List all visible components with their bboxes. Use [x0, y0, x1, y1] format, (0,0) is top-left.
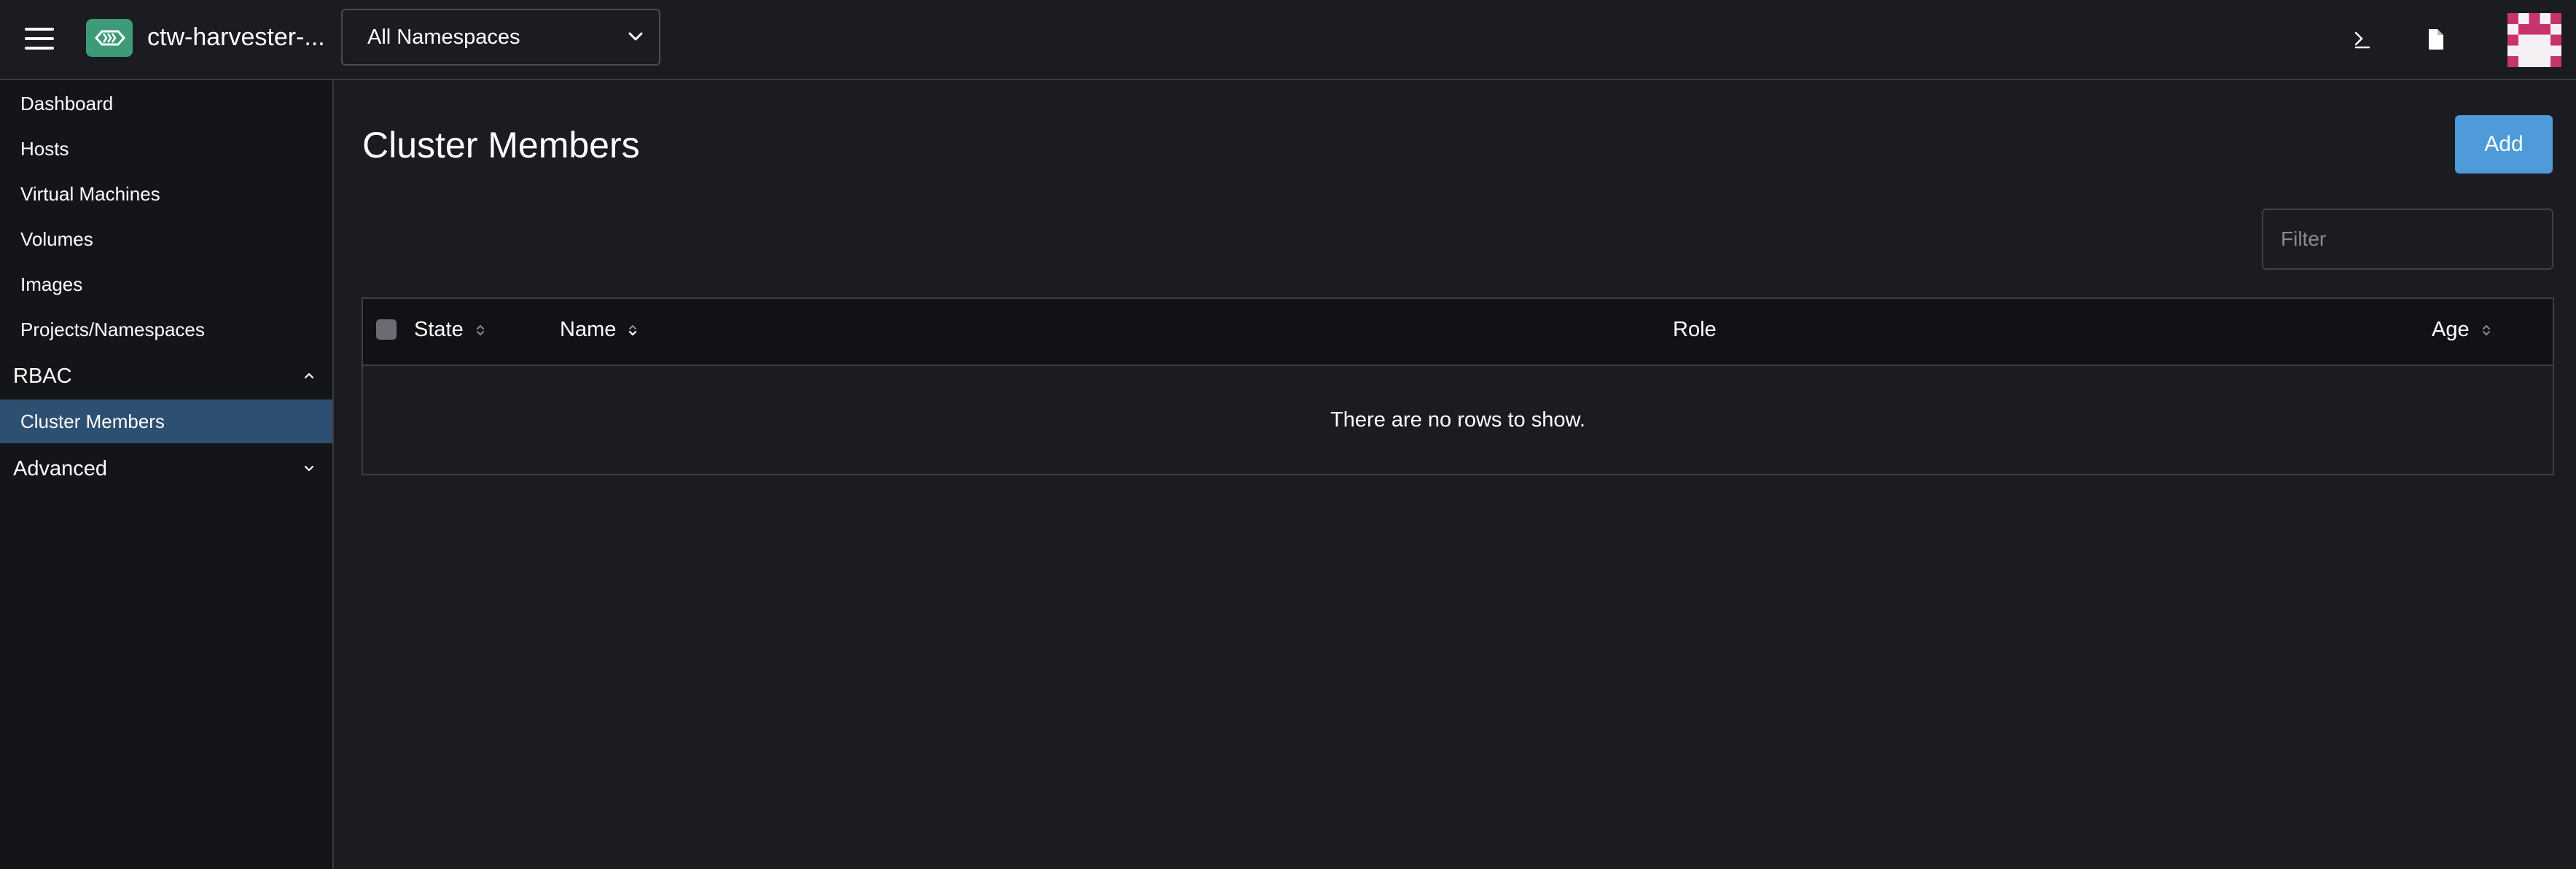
- sidebar-group-rbac[interactable]: RBAC: [0, 354, 332, 397]
- sidebar-item-label: Projects/Namespaces: [20, 319, 205, 340]
- column-header-role: Role: [1673, 318, 1717, 342]
- terminal-icon[interactable]: [2349, 25, 2376, 54]
- column-header-age[interactable]: Age: [2432, 318, 2491, 342]
- user-avatar[interactable]: [2507, 13, 2561, 67]
- sidebar-item-projects-namespaces[interactable]: Projects/Namespaces: [0, 308, 332, 351]
- sidebar-group-label: Advanced: [13, 457, 107, 480]
- sidebar-item-label: Cluster Members: [20, 410, 165, 432]
- sidebar-item-cluster-members[interactable]: Cluster Members: [0, 400, 332, 443]
- file-icon[interactable]: [2422, 25, 2448, 54]
- sidebar-group-advanced[interactable]: Advanced: [0, 446, 332, 490]
- empty-table-message: There are no rows to show.: [1330, 408, 1585, 432]
- sidebar-item-label: Hosts: [20, 138, 69, 160]
- filter-input[interactable]: [2262, 209, 2553, 270]
- menu-icon[interactable]: [25, 28, 54, 50]
- sidebar-item-dashboard[interactable]: Dashboard: [0, 82, 332, 125]
- top-bar: ctw-harvester-... All Namespaces: [0, 0, 2576, 80]
- sidebar-item-label: Images: [20, 273, 83, 295]
- sidebar-item-label: Virtual Machines: [20, 183, 160, 205]
- harvester-logo: [86, 19, 133, 57]
- sidebar-group-label: RBAC: [13, 365, 72, 388]
- cluster-name[interactable]: ctw-harvester-...: [147, 23, 325, 52]
- cluster-members-table: State Name Role Age There are no rows to…: [362, 297, 2554, 475]
- column-header-state[interactable]: State: [414, 318, 485, 342]
- page-title: Cluster Members: [362, 125, 640, 165]
- column-header-label: Age: [2432, 318, 2470, 341]
- sidebar-item-volumes[interactable]: Volumes: [0, 217, 332, 261]
- sort-icon: [2482, 324, 2490, 336]
- chevron-up-icon: [304, 373, 314, 379]
- sidebar-item-label: Dashboard: [20, 93, 114, 114]
- sidebar: Dashboard Hosts Virtual Machines Volumes…: [0, 80, 334, 869]
- table-header: State Name Role Age: [363, 299, 2553, 366]
- add-button[interactable]: Add: [2455, 115, 2553, 174]
- sidebar-item-hosts[interactable]: Hosts: [0, 127, 332, 171]
- column-header-label: Role: [1673, 318, 1717, 341]
- namespace-select[interactable]: All Namespaces: [341, 9, 660, 66]
- select-all-checkbox[interactable]: [376, 319, 397, 340]
- namespace-select-label: All Namespaces: [367, 26, 520, 49]
- column-header-name[interactable]: Name: [560, 318, 638, 342]
- sidebar-item-images[interactable]: Images: [0, 262, 332, 306]
- chevron-down-icon: [304, 465, 314, 472]
- column-header-label: Name: [560, 318, 617, 341]
- sidebar-item-virtual-machines[interactable]: Virtual Machines: [0, 172, 332, 216]
- sort-icon: [476, 324, 484, 336]
- chevron-down-icon: [628, 32, 643, 41]
- column-header-label: State: [414, 318, 464, 341]
- sidebar-item-label: Volumes: [20, 228, 93, 250]
- sort-icon: [629, 324, 637, 336]
